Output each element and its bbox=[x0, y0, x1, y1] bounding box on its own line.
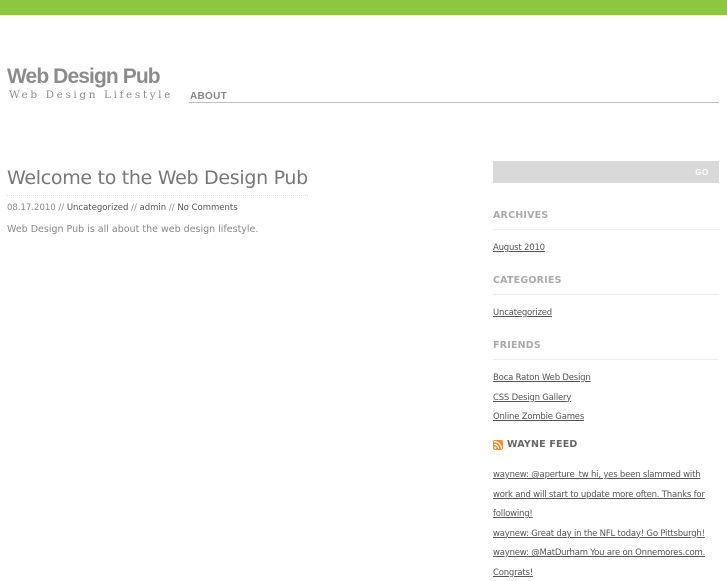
categories-list: Uncategorized bbox=[493, 302, 719, 322]
friends-list: Boca Raton Web Design CSS Design Gallery… bbox=[493, 367, 719, 426]
search-go-button[interactable]: GO bbox=[685, 161, 719, 183]
main-nav: ABOUT bbox=[189, 84, 719, 103]
feed-title[interactable]: WAYNE FEED bbox=[507, 439, 577, 450]
categories-heading: CATEGORIES bbox=[493, 275, 719, 295]
post-category-link[interactable]: Uncategorized bbox=[67, 203, 129, 213]
site-logo[interactable]: Web Design Pub Web Design Lifestyle bbox=[7, 66, 173, 102]
list-item: Boca Raton Web Design bbox=[493, 367, 719, 387]
feed-item-link[interactable]: waynew: @MatDurham You are on Onnemores.… bbox=[493, 548, 705, 578]
post-comments-link[interactable]: No Comments bbox=[177, 203, 237, 213]
friend-link[interactable]: CSS Design Gallery bbox=[493, 393, 571, 403]
post-meta: 08.17.2010 // Uncategorized // admin // … bbox=[7, 203, 477, 213]
list-item: CSS Design Gallery bbox=[493, 387, 719, 407]
nav-item-about[interactable]: ABOUT bbox=[190, 91, 227, 102]
feed-item-link[interactable]: waynew: @aperture_tw hi, yes been slamme… bbox=[493, 470, 705, 519]
feed-item-link[interactable]: waynew: Great day in the NFL today! Go P… bbox=[493, 529, 705, 539]
feed-list: waynew: @aperture_tw hi, yes been slamme… bbox=[493, 464, 719, 581]
category-link[interactable]: Uncategorized bbox=[493, 308, 552, 318]
friend-link[interactable]: Boca Raton Web Design bbox=[493, 373, 591, 383]
top-accent-bar bbox=[0, 0, 727, 15]
post-author-link[interactable]: admin bbox=[140, 203, 167, 213]
archives-list: August 2010 bbox=[493, 237, 719, 257]
meta-separator: // bbox=[55, 203, 67, 213]
sidebar: GO ARCHIVES August 2010 CATEGORIES Uncat… bbox=[493, 161, 719, 578]
list-item: waynew: @aperture_tw hi, yes been slamme… bbox=[493, 464, 719, 523]
friends-widget: FRIENDS Boca Raton Web Design CSS Design… bbox=[493, 340, 719, 426]
search-form: GO bbox=[493, 161, 719, 183]
list-item: waynew: Great day in the NFL today! Go P… bbox=[493, 523, 719, 543]
list-item: waynew: @MatDurham You are on Onnemores.… bbox=[493, 542, 719, 581]
search-input[interactable] bbox=[493, 161, 683, 183]
list-item: Uncategorized bbox=[493, 302, 719, 322]
meta-separator: // bbox=[128, 203, 140, 213]
list-item: August 2010 bbox=[493, 237, 719, 257]
post-body: Web Design Pub is all about the web desi… bbox=[7, 224, 259, 235]
post-date: 08.17.2010 bbox=[7, 203, 56, 213]
friend-link[interactable]: Online Zombie Games bbox=[493, 412, 584, 422]
post: Welcome to the Web Design Pub 08.17.2010… bbox=[7, 164, 477, 235]
feed-heading: WAYNE FEED bbox=[493, 439, 719, 456]
archives-widget: ARCHIVES August 2010 bbox=[493, 210, 719, 257]
site-title[interactable]: Web Design Pub bbox=[7, 66, 173, 88]
rss-icon[interactable] bbox=[493, 439, 503, 450]
categories-widget: CATEGORIES Uncategorized bbox=[493, 275, 719, 322]
archive-link[interactable]: August 2010 bbox=[493, 243, 545, 253]
list-item: Online Zombie Games bbox=[493, 406, 719, 426]
archives-heading: ARCHIVES bbox=[493, 210, 719, 230]
post-title[interactable]: Welcome to the Web Design Pub bbox=[7, 164, 308, 196]
site-tagline: Web Design Lifestyle bbox=[9, 89, 173, 101]
feed-widget: WAYNE FEED waynew: @aperture_tw hi, yes … bbox=[493, 439, 719, 581]
meta-separator: // bbox=[166, 203, 178, 213]
friends-heading: FRIENDS bbox=[493, 340, 719, 360]
